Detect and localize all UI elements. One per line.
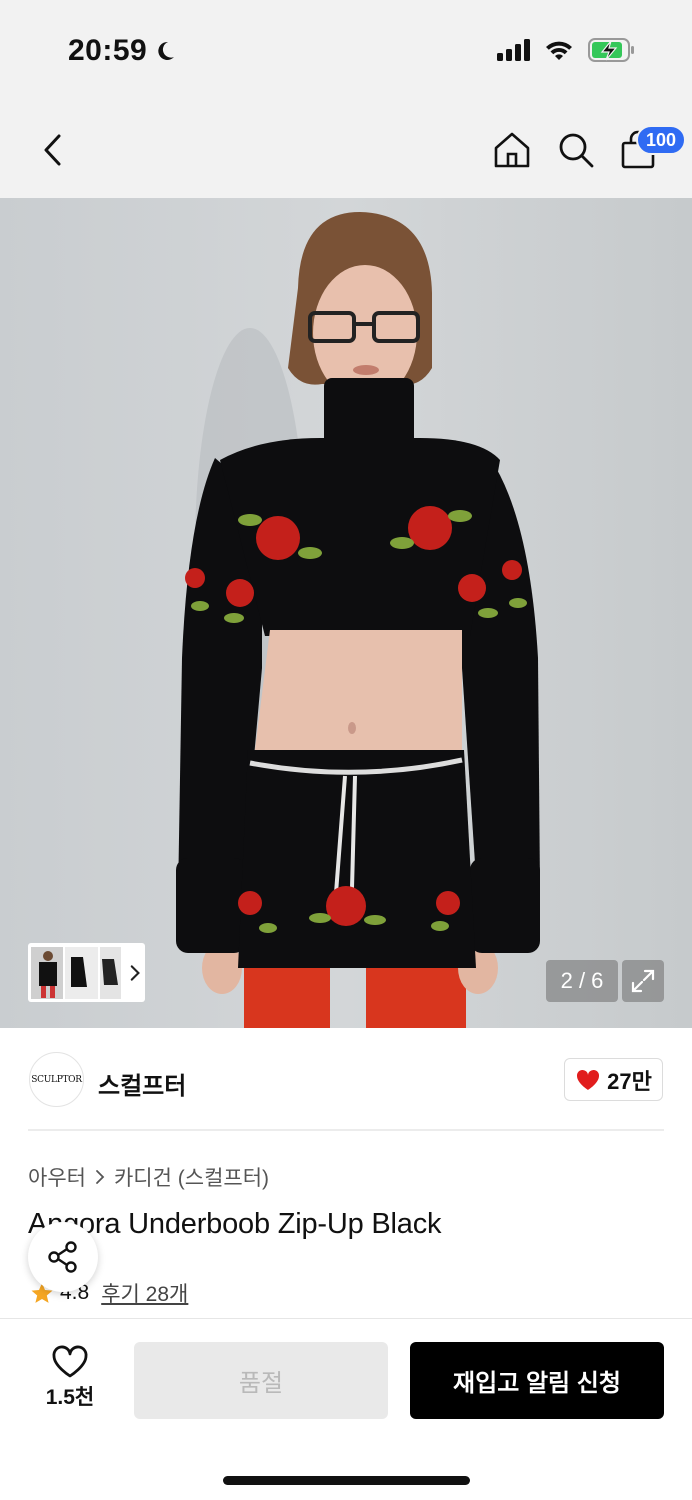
wishlist-count: 1.5천 [45, 1386, 95, 1409]
status-bar: 20:59 [0, 0, 692, 100]
share-icon [48, 1241, 77, 1273]
gallery-thumbnails[interactable] [28, 943, 145, 1002]
status-time: 20:59 [68, 34, 177, 68]
brand-name[interactable]: 스컬프터 [98, 1066, 186, 1101]
thumbnail-image[interactable] [99, 946, 121, 999]
brand-logo[interactable]: SCULPTOR [29, 1052, 84, 1107]
system-icons [496, 38, 636, 62]
back-button[interactable] [32, 130, 72, 170]
restock-alert-button[interactable]: 재입고 알림 신청 [410, 1342, 664, 1419]
wishlist-button[interactable]: 1.5천 [40, 1345, 100, 1411]
brand-like-button[interactable]: 27만 [564, 1058, 663, 1101]
expand-icon [631, 969, 655, 993]
cellular-signal-icon [497, 39, 530, 61]
search-icon [559, 133, 594, 168]
reviews-link[interactable]: 후기 28개 [101, 1278, 188, 1308]
breadcrumb-level2[interactable]: 카디건 (스컬프터) [114, 1162, 269, 1192]
brand-row: SCULPTOR 스컬프터 27만 [0, 1030, 692, 1130]
home-indicator[interactable] [223, 1476, 470, 1485]
expand-button[interactable] [622, 960, 664, 1002]
chevron-right-icon [130, 964, 140, 981]
bottom-action-bar: 1.5천 품절 재입고 알림 신청 [0, 1318, 692, 1500]
moon-icon [158, 41, 175, 60]
image-counter: 2 / 6 [546, 960, 618, 1002]
brand-like-count: 27만 [607, 1068, 652, 1094]
home-button[interactable] [492, 130, 532, 175]
breadcrumb: 아우터 카디건 (스컬프터) [28, 1162, 269, 1192]
battery-charging-icon [588, 38, 634, 62]
chevron-left-icon [44, 134, 61, 166]
product-photo [176, 212, 540, 1028]
home-icon [494, 132, 530, 168]
cart-count-badge: 100 [636, 125, 687, 155]
product-image-gallery[interactable] [0, 198, 692, 1028]
divider [28, 1129, 664, 1131]
chevron-right-icon [96, 1170, 105, 1184]
share-button[interactable] [28, 1222, 98, 1292]
heart-outline-icon [52, 1345, 88, 1378]
heart-filled-icon [577, 1069, 600, 1090]
search-button[interactable] [556, 130, 596, 175]
breadcrumb-level1[interactable]: 아우터 [28, 1162, 86, 1192]
wifi-icon [546, 41, 572, 60]
top-nav [0, 100, 692, 198]
soldout-button: 품절 [134, 1342, 388, 1419]
thumbnail-image[interactable] [31, 946, 64, 999]
thumbnail-image[interactable] [65, 946, 98, 999]
